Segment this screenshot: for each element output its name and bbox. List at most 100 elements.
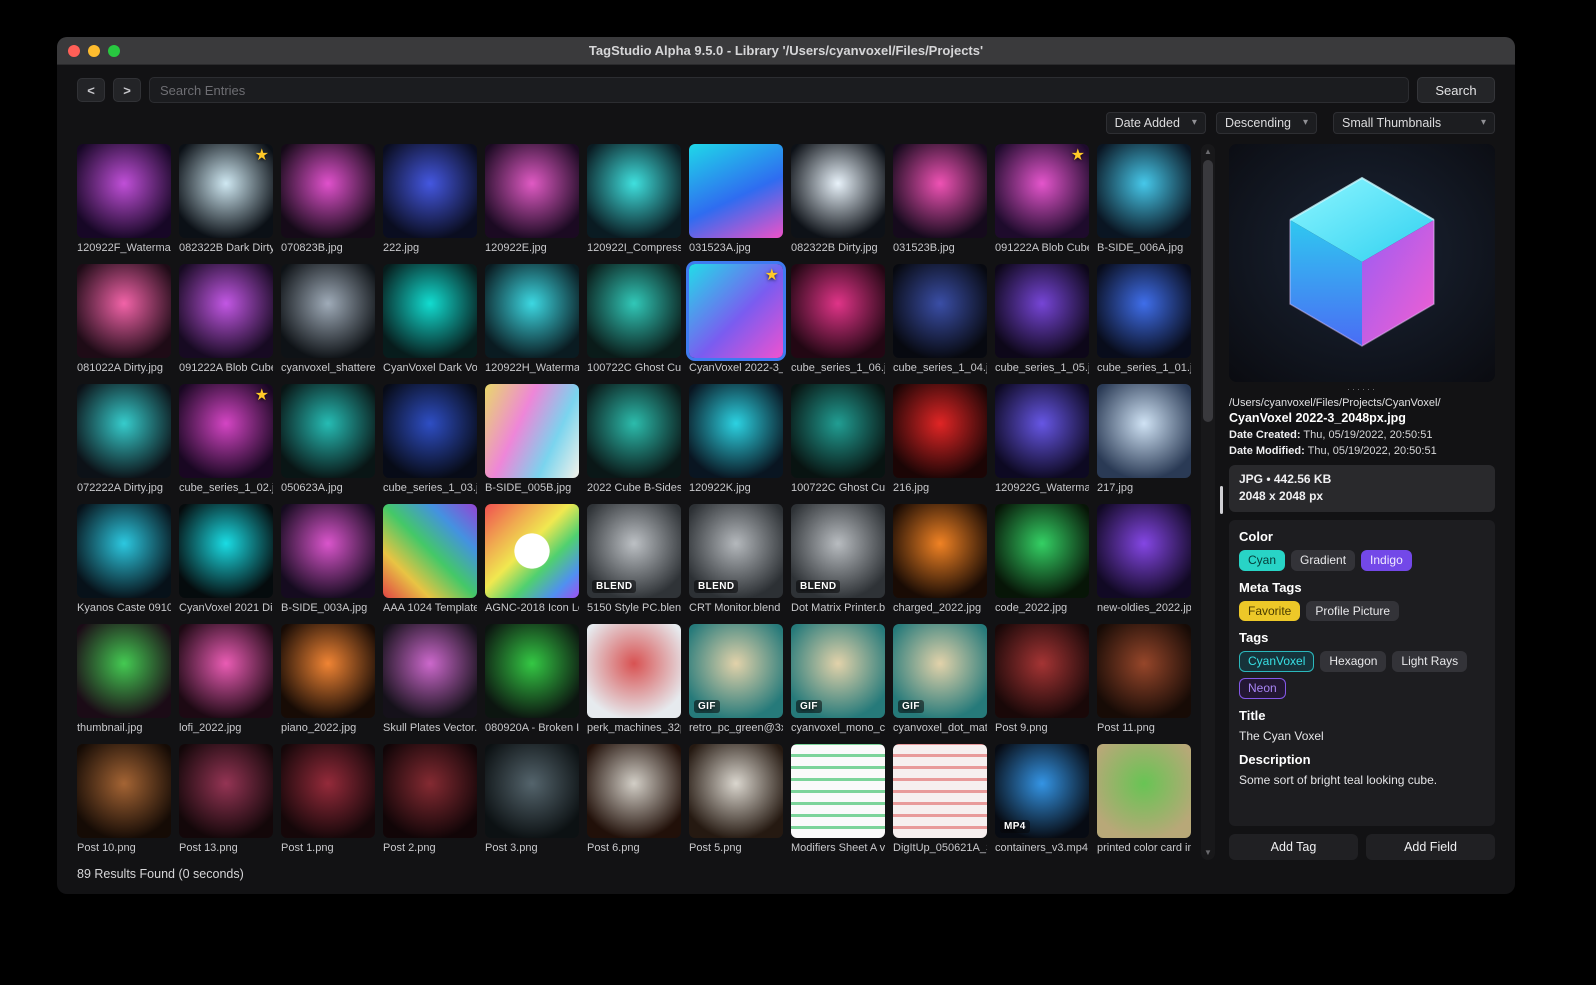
grid-item[interactable]: AAA 1024 Template.png [383,504,477,614]
thumbnail[interactable]: BLEND [689,504,783,598]
grid-item[interactable]: Kyanos Caste 091022.png [77,504,171,614]
titlebar[interactable]: TagStudio Alpha 9.5.0 - Library '/Users/… [57,37,1515,65]
grid-item[interactable]: 031523A.jpg [689,144,783,254]
scrollbar-thumb[interactable] [1203,160,1213,422]
sort-direction-dropdown[interactable]: Descending ▾ [1215,112,1317,134]
thumbnail[interactable] [791,744,885,838]
tag-pill[interactable]: Indigo [1361,549,1412,571]
grid-item[interactable]: 120922G_Watermark.jpg [995,384,1089,494]
grid-item[interactable]: ★ cube_series_1_02.jpg [179,384,273,494]
thumbnail[interactable] [1097,144,1191,238]
grid-item[interactable]: 070823B.jpg [281,144,375,254]
tag-pill[interactable]: Profile Picture [1306,600,1400,622]
thumbnail[interactable] [281,624,375,718]
thumbnail[interactable] [995,264,1089,358]
thumbnail[interactable] [179,744,273,838]
thumbnail[interactable]: ★ [995,144,1089,238]
thumbnail-size-dropdown[interactable]: Small Thumbnails ▾ [1333,112,1495,134]
thumbnail[interactable] [77,144,171,238]
thumbnail[interactable]: ★ [179,144,273,238]
thumbnail[interactable] [689,744,783,838]
tag-pill[interactable]: Cyan [1239,549,1286,571]
grid-item[interactable]: 2022 Cube B-Sides.jpg [587,384,681,494]
grid-item[interactable]: ★ CyanVoxel 2022-3_2048px.jpg [689,264,783,374]
grid-item[interactable]: code_2022.jpg [995,504,1089,614]
grid-item[interactable]: lofi_2022.jpg [179,624,273,734]
back-button[interactable]: < [77,78,105,102]
thumbnail[interactable]: ★ [689,264,783,358]
grid-item[interactable]: B-SIDE_006A.jpg [1097,144,1191,254]
close-button[interactable] [68,44,80,57]
thumbnail[interactable] [281,744,375,838]
thumbnail[interactable] [485,624,579,718]
grid-scroll-area[interactable]: 120922F_Watermark.jpg ★ 082322B Dark Dirty… [77,144,1195,860]
thumbnail[interactable] [383,624,477,718]
thumbnail[interactable]: GIF [689,624,783,718]
thumbnail[interactable] [485,384,579,478]
grid-item[interactable]: 080920A - Broken Ico.png [485,624,579,734]
preview-resize-dots[interactable]: ······ [1229,384,1495,395]
grid-item[interactable]: Post 5.png [689,744,783,854]
grid-item[interactable]: 082322B Dirty.jpg [791,144,885,254]
grid-item[interactable]: cube_series_1_01.jpg [1097,264,1191,374]
grid-item[interactable]: cube_series_1_05.jpg [995,264,1089,374]
grid-item[interactable]: Post 2.png [383,744,477,854]
grid-item[interactable]: thumbnail.jpg [77,624,171,734]
grid-item[interactable]: Skull Plates Vector.png [383,624,477,734]
thumbnail[interactable] [383,144,477,238]
thumbnail[interactable] [587,384,681,478]
thumbnail[interactable] [587,624,681,718]
grid-item[interactable]: 216.jpg [893,384,987,494]
thumbnail[interactable]: BLEND [587,504,681,598]
thumbnail[interactable] [77,504,171,598]
preview-image[interactable] [1229,144,1495,382]
thumbnail[interactable] [383,504,477,598]
grid-item[interactable]: 120922I_Compressed.jpg [587,144,681,254]
grid-item[interactable]: DigItUp_050621A_Sheet.png [893,744,987,854]
search-button[interactable]: Search [1417,77,1495,103]
thumbnail[interactable] [179,504,273,598]
tag-pill[interactable]: Hexagon [1320,651,1387,673]
grid-item[interactable]: Post 1.png [281,744,375,854]
tag-pill[interactable]: CyanVoxel [1239,651,1315,673]
grid-item[interactable]: ★ 091222A Blob Cube.jpg [995,144,1089,254]
grid-item[interactable]: MP4 containers_v3.mp4 [995,744,1089,854]
add-tag-button[interactable]: Add Tag [1229,834,1358,860]
thumbnail[interactable] [281,144,375,238]
thumbnail[interactable] [587,744,681,838]
grid-item[interactable]: GIF cyanvoxel_dot_matrix.gif [893,624,987,734]
scroll-down-icon[interactable]: ▼ [1201,848,1215,857]
grid-item[interactable]: 072222A Dirty.jpg [77,384,171,494]
grid-item[interactable]: Post 11.png [1097,624,1191,734]
grid-item[interactable]: cube_series_1_06.jpg [791,264,885,374]
panel-resize-handle[interactable] [1220,486,1223,514]
thumbnail[interactable] [1097,264,1191,358]
forward-button[interactable]: > [113,78,141,102]
grid-item[interactable]: Post 9.png [995,624,1089,734]
thumbnail[interactable] [1097,384,1191,478]
grid-item[interactable]: cyanvoxel_shattered.jpg [281,264,375,374]
thumbnail[interactable]: GIF [791,624,885,718]
grid-item[interactable]: Post 6.png [587,744,681,854]
thumbnail[interactable] [485,504,579,598]
grid-item[interactable]: 120922H_Watermark.jpg [485,264,579,374]
sort-field-dropdown[interactable]: Date Added ▾ [1105,112,1206,134]
thumbnail[interactable] [485,264,579,358]
thumbnail[interactable] [995,384,1089,478]
grid-item[interactable]: CyanVoxel Dark Voxel.jpg [383,264,477,374]
thumbnail[interactable] [791,144,885,238]
grid-item[interactable]: B-SIDE_005B.jpg [485,384,579,494]
tag-pill[interactable]: Neon [1239,678,1286,699]
thumbnail[interactable] [995,624,1089,718]
thumbnail[interactable] [281,384,375,478]
thumbnail[interactable] [587,144,681,238]
grid-item[interactable]: GIF retro_pc_green@3x.gif [689,624,783,734]
thumbnail[interactable] [383,384,477,478]
grid-item[interactable]: Modifiers Sheet A v2.png [791,744,885,854]
thumbnail[interactable] [179,624,273,718]
thumbnail[interactable] [179,264,273,358]
grid-item[interactable]: printed color card img.png [1097,744,1191,854]
thumbnail[interactable] [893,264,987,358]
vertical-scrollbar[interactable]: ▲ ▼ [1201,144,1215,860]
thumbnail[interactable] [1097,504,1191,598]
